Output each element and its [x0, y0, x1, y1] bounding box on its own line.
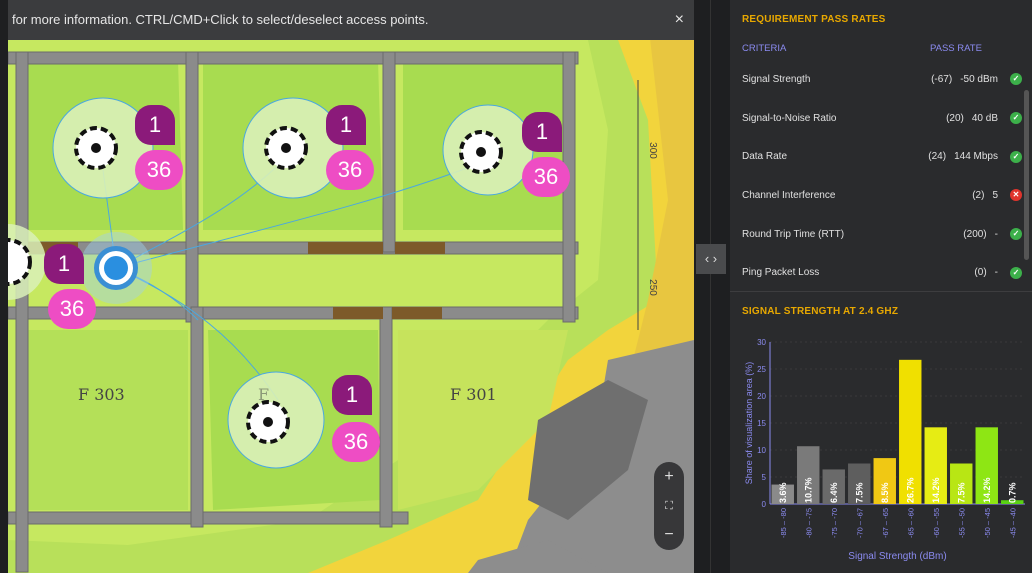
ap-channel: 1: [135, 105, 175, 145]
fail-icon: ✕: [1010, 189, 1022, 202]
svg-text:F: F: [258, 385, 269, 404]
criteria-name: Signal-to-Noise Ratio: [742, 112, 837, 124]
criteria-value: 40 dB: [971, 112, 998, 124]
bar-value-label: 8.5%: [880, 482, 890, 503]
check-icon: ✓: [1010, 73, 1022, 86]
dimension-mark: 250: [646, 279, 658, 296]
bar-value-label: 7.5%: [854, 482, 864, 503]
ap-count: 36: [326, 150, 374, 190]
criteria-row[interactable]: Signal Strength (-67) -50 dBm ✓: [742, 60, 1022, 99]
scrollbar[interactable]: [1024, 90, 1029, 260]
x-tick-label: -67 – -65: [881, 508, 890, 538]
zoom-controls: + ⛶ −: [654, 462, 684, 550]
x-tick-label: -50 – -45: [983, 508, 992, 538]
x-tick-label: -45 – -40: [1008, 508, 1017, 538]
criteria-value: 144 Mbps: [954, 151, 998, 163]
ap-channel: 1: [44, 244, 84, 284]
criteria-requirement: (0): [974, 267, 987, 279]
criteria-requirement: (20): [946, 112, 964, 124]
check-icon: ✓: [1010, 266, 1022, 279]
criteria-name: Round Trip Time (RTT): [742, 228, 845, 240]
x-tick-label: -70 – -67: [855, 508, 864, 538]
criteria-row[interactable]: Ping Packet Loss (0) - ✓: [742, 253, 1022, 292]
criteria-name: Channel Interference: [742, 189, 836, 201]
bar-value-label: 0.7%: [1007, 482, 1017, 503]
x-tick-label: -65 – -60: [906, 508, 915, 538]
ap-count: 36: [332, 422, 380, 462]
room-label: F 301: [450, 385, 497, 404]
ap-channel: 1: [522, 112, 562, 152]
check-icon: ✓: [1010, 150, 1022, 163]
y-tick-label: 25: [757, 365, 766, 374]
criteria-value: -50 dBm: [960, 73, 998, 85]
ap-channel: 1: [326, 105, 366, 145]
signal-strength-title: SIGNAL STRENGTH AT 2.4 GHZ: [742, 306, 899, 317]
criteria-requirement: (2): [972, 189, 985, 201]
ap-count: 36: [135, 150, 183, 190]
criteria-list: Signal Strength (-67) -50 dBm ✓ Signal-t…: [742, 60, 1022, 292]
analysis-panel: REQUIREMENT PASS RATES CRITERIA PASS RAT…: [730, 0, 1032, 573]
panel-divider: [710, 0, 711, 573]
bar-value-label: 6.4%: [829, 482, 839, 503]
y-axis-label: Share of visualization area (%): [744, 362, 754, 485]
y-tick-label: 10: [757, 446, 766, 455]
pass-rates-title: REQUIREMENT PASS RATES: [742, 14, 886, 25]
ap-count: 36: [522, 157, 570, 197]
check-icon: ✓: [1010, 112, 1022, 125]
criteria-value: -: [994, 228, 998, 240]
x-tick-label: -55 – -50: [957, 508, 966, 538]
y-tick-label: 20: [757, 392, 766, 401]
criteria-row[interactable]: Signal-to-Noise Ratio (20) 40 dB ✓: [742, 99, 1022, 138]
criteria-column-header: CRITERIA: [742, 43, 787, 54]
y-tick-label: 30: [757, 338, 766, 347]
x-tick-label: -85 – -80: [779, 508, 788, 538]
bar-value-label: 10.7%: [803, 477, 813, 503]
dimension-mark: 300: [646, 142, 658, 159]
ap-count: 36: [48, 289, 96, 329]
y-tick-label: 5: [762, 473, 767, 482]
criteria-row[interactable]: Round Trip Time (RTT) (200) - ✓: [742, 215, 1022, 254]
fit-view-button[interactable]: ⛶: [665, 496, 673, 516]
floorplan-heatmap: F 303 F 301 F: [8, 0, 694, 573]
criteria-row[interactable]: Data Rate (24) 144 Mbps ✓: [742, 137, 1022, 176]
y-tick-label: 15: [757, 419, 766, 428]
info-banner: for more information. CTRL/CMD+Click to …: [8, 0, 694, 40]
y-tick-label: 0: [762, 500, 767, 509]
banner-text: for more information. CTRL/CMD+Click to …: [12, 12, 429, 27]
x-tick-label: -60 – -55: [932, 508, 941, 538]
room-label: F 303: [78, 385, 125, 404]
x-tick-label: -80 – -75: [804, 508, 813, 538]
zoom-out-button[interactable]: −: [664, 525, 673, 545]
criteria-name: Data Rate: [742, 151, 788, 163]
criteria-value: 5: [992, 189, 998, 201]
heatmap-canvas[interactable]: F 303 F 301 F 1 36 1 36 1 36 1 36 1 36 3…: [8, 0, 694, 573]
bar-value-label: 14.2%: [931, 477, 941, 503]
criteria-row[interactable]: Channel Interference (2) 5 ✕: [742, 176, 1022, 215]
bar-value-label: 7.5%: [956, 482, 966, 503]
ap-channel: 1: [332, 375, 372, 415]
criteria-value: -: [994, 267, 998, 279]
bar-value-label: 3.6%: [778, 482, 788, 503]
panel-toggle-button[interactable]: ‹ ›: [696, 244, 726, 274]
criteria-name: Signal Strength: [742, 73, 811, 85]
criteria-name: Ping Packet Loss: [742, 267, 820, 279]
section-divider: [730, 291, 1032, 292]
criteria-requirement: (200): [963, 228, 987, 240]
pass-rate-column-header: PASS RATE: [930, 43, 982, 54]
criteria-requirement: (24): [928, 151, 947, 163]
close-icon[interactable]: ×: [675, 0, 684, 40]
x-tick-label: -75 – -70: [830, 508, 839, 538]
x-axis-label: Signal Strength (dBm): [848, 551, 946, 562]
bar-value-label: 26.7%: [905, 477, 915, 503]
zoom-in-button[interactable]: +: [664, 467, 673, 487]
check-icon: ✓: [1010, 228, 1022, 241]
criteria-requirement: (-67): [931, 73, 953, 85]
signal-strength-chart: 0 5 10 15 20 25 30 3.6% -85 – -80 10.7% -80 – -75 6…: [744, 338, 1025, 562]
bar-value-label: 14.2%: [982, 477, 992, 503]
